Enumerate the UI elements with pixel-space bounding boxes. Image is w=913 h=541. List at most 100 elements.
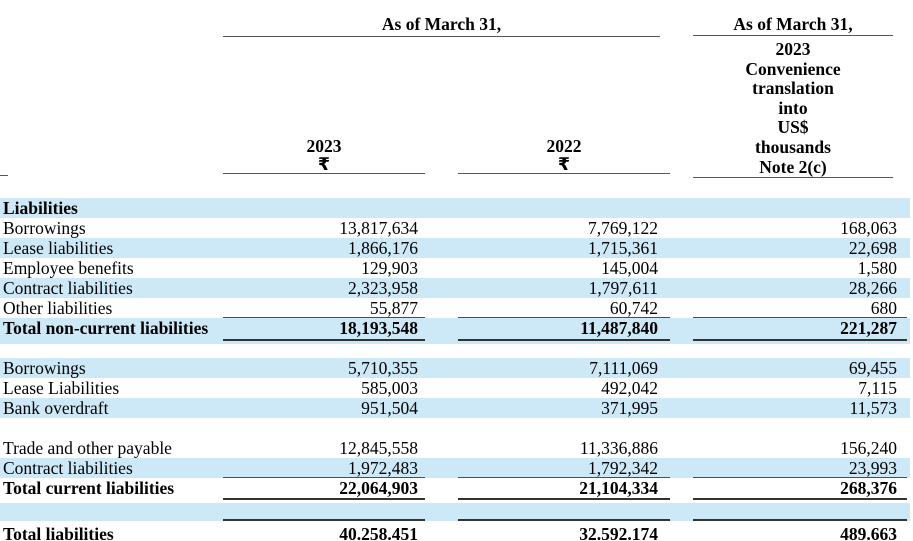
cell-2022: 11,487,840 [458, 318, 670, 341]
cell-2022: 1,792,342 [458, 458, 670, 478]
cell-2023: 2,323,958 [348, 278, 418, 298]
table-row-employee-benefits: Employee benefits 129,903 145,004 1,580 [0, 258, 910, 278]
cell-usd: 28,266 [848, 278, 897, 298]
cell-2023 [223, 198, 425, 218]
header-rule-col-2022 [458, 173, 670, 174]
cell-2022: 1,715,361 [588, 238, 658, 258]
header-col-2022: 2022 ₹ [458, 137, 670, 173]
cell-2023: 22,064,903 [223, 478, 425, 500]
rupee-symbol: ₹ [317, 154, 331, 174]
cell-2022: 492,042 [601, 378, 658, 398]
cell-2023: 40.258.451 [339, 524, 418, 541]
cell-usd: 69,455 [848, 358, 897, 378]
cell-2022: 7,769,122 [588, 218, 658, 238]
cell-2023 [223, 503, 425, 521]
header-usd-line: into [778, 97, 808, 118]
row-label: Other liabilities [3, 298, 113, 318]
row-label: Total liabilities [3, 524, 114, 541]
table-row-lease-liabilities-noncurrent: Lease liabilities 1,866,176 1,715,361 22… [0, 238, 910, 258]
cell-2022: 1,797,611 [588, 278, 658, 298]
row-label: Employee benefits [3, 258, 134, 278]
table-row-other-liabilities: Other liabilities 55,877 60,742 680 [0, 298, 910, 318]
table-header: As of March 31, 2023 ₹ 2022 ₹ As of Marc… [0, 0, 913, 198]
cell-2023: 1,866,176 [348, 238, 418, 258]
row-label: Liabilities [3, 198, 78, 218]
cell-usd: 268,376 [693, 478, 907, 500]
cell-2022: 145,004 [601, 258, 658, 278]
header-usd-line: translation [752, 78, 834, 99]
row-label: Lease liabilities [3, 238, 114, 258]
cell-2022 [458, 198, 670, 218]
header-year-2023: 2023 [306, 136, 342, 156]
table-row-section-liabilities: Liabilities [0, 198, 910, 218]
row-label [0, 503, 223, 521]
cell-2022: 60,742 [458, 298, 670, 318]
row-label: Total non-current liabilities [3, 318, 209, 338]
table-row-contract-liabilities-noncurrent: Contract liabilities 2,323,958 1,797,611… [0, 278, 910, 298]
row-label: Borrowings [3, 218, 86, 238]
cell-2023: 12,845,558 [339, 438, 418, 458]
cell-2023: 951,504 [361, 398, 418, 418]
row-label: Lease Liabilities [3, 378, 120, 398]
cell-usd: 489.663 [840, 524, 897, 541]
header-col-usd: 2023 Convenience translation into US$ th… [693, 39, 893, 177]
table-row-borrowings-noncurrent: Borrowings 13,817,634 7,769,122 168,063 [0, 218, 910, 238]
row-label: Borrowings [3, 358, 86, 378]
spacer-row [0, 344, 913, 358]
table-row-total-liabilities: Total liabilities 40.258.451 32.592.174 … [0, 524, 910, 541]
header-usd-line: Note 2(c) [759, 156, 827, 177]
cell-usd: 22,698 [848, 238, 897, 258]
header-rule-label-column-sliver [0, 175, 8, 176]
row-label: Trade and other payable [3, 438, 172, 458]
cell-2023: 1,972,483 [223, 458, 425, 478]
table-row-bank-overdraft: Bank overdraft 951,504 371,995 11,573 [0, 398, 910, 418]
row-label: Contract liabilities [3, 458, 133, 478]
header-usd-line: thousands [755, 136, 831, 157]
table-row-lease-liabilities-current: Lease Liabilities 585,003 492,042 7,115 [0, 378, 910, 398]
row-label: Total current liabilities [3, 478, 175, 498]
table-row-borrowings-current: Borrowings 5,710,355 7,111,069 69,455 [0, 358, 910, 378]
cell-usd [693, 503, 907, 521]
cell-2022: 11,336,886 [579, 438, 658, 458]
cell-usd: 156,240 [840, 438, 897, 458]
cell-2023: 18,193,548 [223, 318, 425, 341]
table-row-trade-and-other-payable: Trade and other payable 12,845,558 11,33… [0, 438, 910, 458]
spacer-row [0, 418, 913, 438]
header-col-2023: 2023 ₹ [223, 137, 425, 173]
row-label: Contract liabilities [3, 278, 133, 298]
header-period-group-2: As of March 31, [733, 14, 853, 34]
cell-2022: 21,104,334 [458, 478, 670, 500]
table-row-total-noncurrent-liabilities: Total non-current liabilities 18,193,548… [0, 318, 910, 344]
table-row-blank [0, 503, 910, 521]
cell-usd: 168,063 [840, 218, 897, 238]
cell-2022: 32.592.174 [579, 524, 658, 541]
cell-2022: 7,111,069 [589, 358, 658, 378]
header-rule-col-2023 [223, 173, 425, 174]
cell-2023: 5,710,355 [348, 358, 418, 378]
header-rule-group-1 [223, 36, 660, 37]
cell-usd: 221,287 [693, 318, 907, 341]
cell-2023: 55,877 [223, 298, 425, 318]
cell-usd: 680 [693, 298, 907, 318]
header-usd-line: 2023 [775, 39, 811, 59]
table-row-total-current-liabilities: Total current liabilities 22,064,903 21,… [0, 478, 910, 503]
cell-usd [693, 198, 907, 218]
cell-2023: 129,903 [361, 258, 418, 278]
cell-usd: 23,993 [693, 458, 907, 478]
cell-2022: 371,995 [601, 398, 658, 418]
header-rule-group-2 [693, 35, 893, 36]
cell-2023: 13,817,634 [339, 218, 418, 238]
cell-2022 [458, 503, 670, 521]
header-period-group-1: As of March 31, [381, 14, 502, 34]
liabilities-table: Liabilities Borrowings 13,817,634 7,769,… [0, 198, 913, 541]
rupee-symbol: ₹ [557, 154, 571, 174]
header-rule-col-usd [693, 177, 893, 178]
financial-statement-page: As of March 31, 2023 ₹ 2022 ₹ As of Marc… [0, 0, 913, 541]
cell-usd: 7,115 [858, 378, 897, 398]
table-row-contract-liabilities-current: Contract liabilities 1,972,483 1,792,342… [0, 458, 910, 478]
row-label: Bank overdraft [3, 398, 109, 418]
header-year-2022: 2022 [546, 136, 582, 156]
header-usd-line: Convenience [745, 58, 841, 79]
cell-usd: 1,580 [857, 258, 897, 278]
cell-usd: 11,573 [849, 398, 897, 418]
